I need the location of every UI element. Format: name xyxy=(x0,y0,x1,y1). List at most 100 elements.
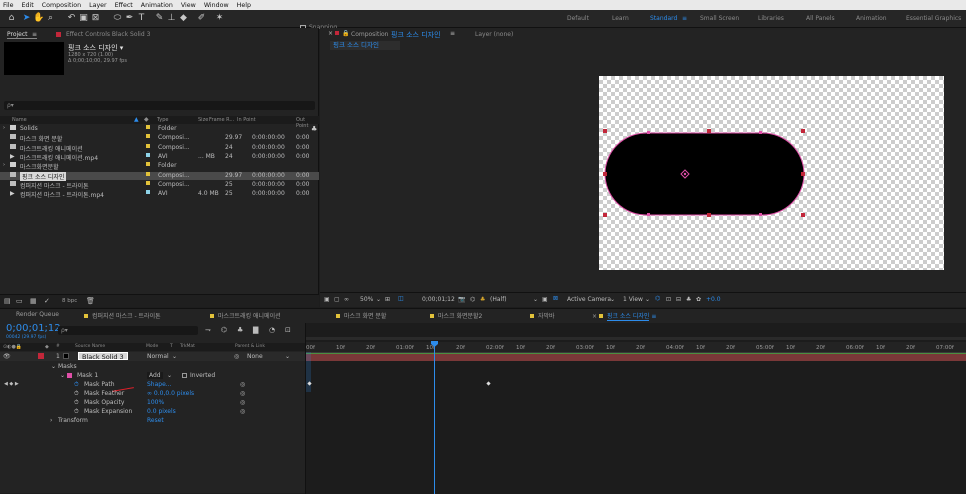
view-layout-select[interactable]: 1 View xyxy=(623,296,643,303)
time-navigator[interactable] xyxy=(306,337,966,340)
timeline-tab-name[interactable]: 컴퍼지션 마스크 - 트라이톤 xyxy=(92,313,161,320)
snapshot-icon[interactable]: 📷 xyxy=(458,296,465,303)
timeline-graph-area[interactable]: 00f 10f 20f 01:00f 10f 20f 02:00f 10f 20f 03:00f 1… xyxy=(305,323,966,494)
menu-item-view[interactable]: View xyxy=(181,2,196,9)
layer-tab[interactable]: Layer (none) xyxy=(475,31,513,38)
layer-handle-top-middle[interactable] xyxy=(707,129,711,133)
mask-opacity-value[interactable]: 100% xyxy=(147,399,164,406)
transparency-grid-icon[interactable]: ⊠ xyxy=(553,295,558,302)
timeline-tab[interactable]: 자막바 xyxy=(530,311,555,320)
chevron-right-icon[interactable]: › xyxy=(3,162,5,168)
mask-vertex[interactable] xyxy=(759,213,762,216)
timeline-tab[interactable]: × 핑크 소스 디자인 ≡ xyxy=(592,311,656,321)
comp-subtab[interactable]: 핑크 소스 디자인 xyxy=(330,41,400,50)
menu-item-animation[interactable]: Animation xyxy=(141,2,173,9)
rotate-tool-icon[interactable]: ↶ xyxy=(66,13,77,24)
item-name[interactable]: 컴퍼지션 마스크 - 트라이톤.mp4 xyxy=(20,190,104,199)
menu-item-edit[interactable]: Edit xyxy=(22,2,34,9)
project-settings-icon[interactable]: ✓ xyxy=(44,297,50,305)
stopwatch-icon[interactable]: ⏱ xyxy=(74,399,79,407)
type-tool-icon[interactable]: T xyxy=(136,13,147,24)
project-item[interactable]: › Solids Folder xyxy=(0,125,319,133)
mask-path-row[interactable]: ◀ ◆ ▶ ⏱ Mask Path Shape... ◎ xyxy=(0,380,305,389)
render-queue-tab[interactable]: Render Queue xyxy=(16,311,59,318)
draft-3d-icon[interactable]: ⌬ xyxy=(221,326,227,334)
column-t[interactable]: T xyxy=(170,344,173,349)
stopwatch-icon[interactable]: ⏱ xyxy=(74,390,79,398)
chevron-down-icon[interactable]: ⌄ xyxy=(60,372,65,379)
mask-mode-select[interactable]: Add xyxy=(147,372,163,379)
menu-item-help[interactable]: Help xyxy=(237,2,251,9)
clone-stamp-tool-icon[interactable]: ⊥ xyxy=(166,13,177,24)
visibility-icon[interactable]: 👁 xyxy=(3,353,11,360)
timeline-tab-name[interactable]: 핑크 소스 디자인 xyxy=(606,313,650,321)
column-frame-rate[interactable]: Frame R... xyxy=(209,117,234,123)
timeline-search-input[interactable]: ρ▾ xyxy=(58,326,198,335)
puppet-tool-icon[interactable]: ✶ xyxy=(214,13,225,24)
3d-glasses-icon[interactable]: ∞ xyxy=(344,296,349,303)
label-swatch[interactable] xyxy=(146,125,150,129)
menu-item-composition[interactable]: Composition xyxy=(42,2,81,9)
project-item[interactable]: 마스크트래킹 애니메이션 Composi... 24 0:00:00:00 0:00 xyxy=(0,143,319,153)
current-time[interactable]: 0;00;01;12 xyxy=(422,296,455,303)
layer-parent[interactable]: None xyxy=(247,353,263,360)
layer-duration-bar[interactable] xyxy=(306,353,966,361)
masks-group-row[interactable]: ⌄ Masks xyxy=(0,362,305,371)
mask1-row[interactable]: ⌄ Mask 1 Add ⌄ Inverted xyxy=(0,371,305,380)
label-swatch[interactable] xyxy=(146,180,150,185)
tab-menu-icon[interactable]: ≡ xyxy=(651,313,656,320)
zoom-level[interactable]: 50% xyxy=(360,296,373,303)
workspace-animation[interactable]: Animation xyxy=(856,15,887,22)
column-trkmat[interactable]: TrkMat xyxy=(180,344,195,349)
project-tab[interactable]: Project xyxy=(7,31,28,38)
timeline-tab-name[interactable]: 마스크 화면 분할 xyxy=(344,313,386,320)
workspace-menu-icon[interactable]: ≡ xyxy=(682,15,687,22)
transform-reset-link[interactable]: Reset xyxy=(147,417,164,424)
hand-tool-icon[interactable]: ✋ xyxy=(33,13,44,24)
project-search-input[interactable]: ρ▾ xyxy=(4,101,315,110)
workspace-small-screen[interactable]: Small Screen xyxy=(700,15,739,22)
project-tab-menu-icon[interactable]: ≡ xyxy=(32,31,37,38)
always-preview-icon[interactable]: ▣ xyxy=(324,296,330,303)
column-in-point[interactable]: In Point xyxy=(237,117,256,123)
effect-controls-tab[interactable]: Effect Controls Black Solid 3 xyxy=(66,31,150,38)
item-name[interactable]: Solids xyxy=(20,125,38,132)
mask-expansion-row[interactable]: ⏱ Mask Expansion 0.0 pixels ◎ xyxy=(0,407,305,416)
color-channel-icon[interactable]: ♣ xyxy=(480,296,485,303)
close-tab-icon[interactable]: × xyxy=(328,30,333,37)
trash-icon[interactable]: 🗑 xyxy=(86,297,95,305)
transform-row[interactable]: › Transform Reset xyxy=(0,416,305,425)
toggle-pixel-aspect-icon[interactable]: ⌬ xyxy=(655,295,660,302)
comp-flowchart-icon[interactable]: ⇁ xyxy=(205,326,211,334)
chevron-right-icon[interactable]: › xyxy=(3,125,5,131)
grid-icon[interactable]: ⊞ xyxy=(385,296,390,303)
mask-color-swatch[interactable] xyxy=(67,373,72,378)
stopwatch-icon[interactable]: ⏱ xyxy=(74,381,79,389)
region-of-interest-icon[interactable]: ◫ xyxy=(398,295,404,302)
mask-opacity-row[interactable]: ⏱ Mask Opacity 100% ◎ xyxy=(0,398,305,407)
item-name[interactable]: 마스크트래킹 애니메이션 xyxy=(20,144,83,153)
mask1-label[interactable]: Mask 1 xyxy=(77,372,98,379)
timeline-link-icon[interactable]: ⊟ xyxy=(676,296,681,303)
rounded-mask-shape[interactable] xyxy=(604,132,805,216)
brush-tool-icon[interactable]: ✎ xyxy=(154,13,165,24)
stopwatch-icon[interactable]: ⏱ xyxy=(74,408,79,416)
column-mode[interactable]: Mode xyxy=(146,344,158,349)
fast-previews-icon[interactable]: ▣ xyxy=(542,296,548,303)
project-item[interactable]: ▶ 마스크트래킹 애니메이션.mp4 AVI ... MB 24 0:00:00:00 0:… xyxy=(0,152,319,162)
project-item[interactable]: 핑크 소스 디자인 Composi... 29.97 0:00:00:00 0:00 xyxy=(0,171,319,181)
frame-blending-icon[interactable]: ▇ xyxy=(253,326,258,334)
label-swatch[interactable] xyxy=(146,162,150,167)
mask-visibility-icon[interactable]: ▢ xyxy=(334,296,340,303)
column-name[interactable]: Name xyxy=(12,117,27,123)
column-type[interactable]: Type xyxy=(157,117,168,123)
layer-handle-bottom-right[interactable] xyxy=(801,213,805,217)
menu-item-effect[interactable]: Effect xyxy=(115,2,133,9)
project-item[interactable]: › 마스크화면분할 Folder xyxy=(0,162,319,171)
label-swatch[interactable] xyxy=(146,143,150,148)
layer-handle-bottom-left[interactable] xyxy=(603,213,607,217)
menu-item-window[interactable]: Window xyxy=(204,2,229,9)
layer-mode[interactable]: Normal xyxy=(147,353,169,360)
layer-handle-right[interactable] xyxy=(801,172,805,176)
workspace-learn[interactable]: Learn xyxy=(612,15,629,22)
